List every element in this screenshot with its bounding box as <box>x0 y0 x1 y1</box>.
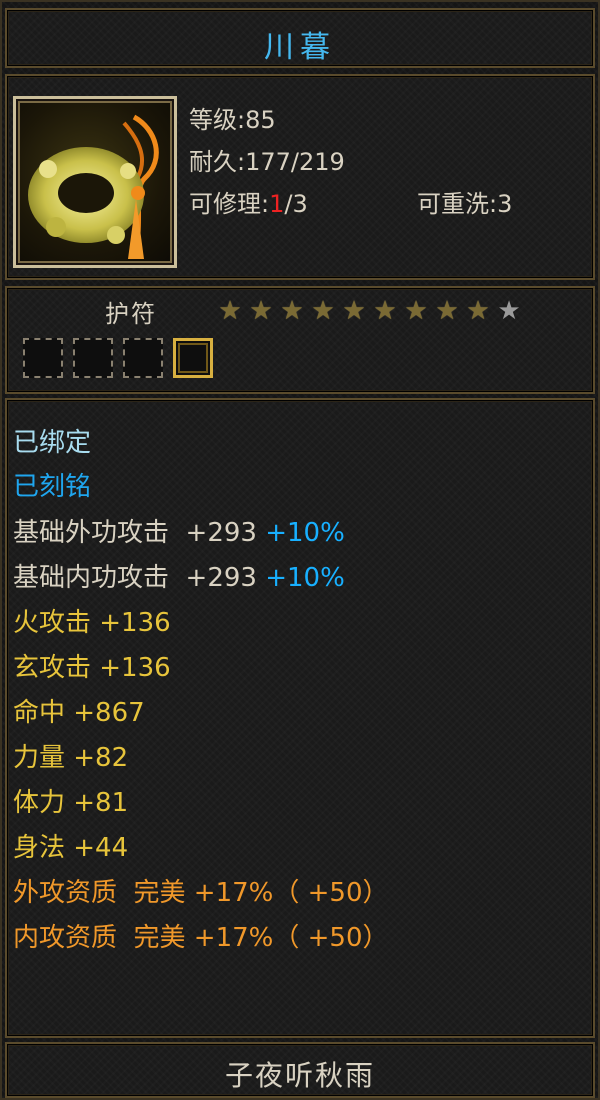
attribute-line: 火攻击 +136 <box>13 602 171 639</box>
attribute-label: 身法 +44 <box>13 833 129 863</box>
attribute-bonus: +10% <box>256 518 345 548</box>
jade-ring-pendant-icon <box>13 96 177 268</box>
attribute-bonus: +10% <box>256 563 345 593</box>
attribute-label: 力量 +82 <box>13 743 129 773</box>
star-icon: ★ <box>435 296 459 326</box>
attribute-line: 力量 +82 <box>13 737 128 774</box>
repair-used: 1 <box>269 190 285 218</box>
gem-slot-filled[interactable] <box>173 338 213 378</box>
star-icon: ★ <box>218 296 242 326</box>
star-icon: ★ <box>404 296 428 326</box>
owner-name: 子夜听秋雨 <box>224 1059 375 1092</box>
attribute-label: 玄攻击 +136 <box>13 653 171 683</box>
attribute-label: 体力 +81 <box>13 788 129 818</box>
attribute-label: 内攻资质 完美 +17%（ +50） <box>13 923 389 953</box>
gem-slot-empty[interactable] <box>73 338 113 378</box>
attribute-label: 外攻资质 完美 +17%（ +50） <box>13 878 389 908</box>
attribute-label: 命中 +867 <box>13 698 145 728</box>
reroll-label: 可重洗: <box>417 190 498 218</box>
item-repair: 可修理:1/3 <box>189 184 308 219</box>
item-reroll: 可重洗:3 <box>417 184 512 219</box>
item-level: 等级:85 <box>189 106 276 134</box>
attribute-line: 体力 +81 <box>13 782 128 819</box>
attribute-line: 身法 +44 <box>13 827 128 864</box>
info-panel: 等级:85 耐久:177/219 可修理:1/3 可重洗:3 <box>5 74 595 280</box>
item-name: 川暮 <box>264 30 336 65</box>
star-icon: ★ <box>373 296 397 326</box>
attribute-panel: 已绑定 已刻铭 基础外功攻击 +293 +10% 基础内功攻击 +293 +10%… <box>5 398 595 1038</box>
title-panel: 川暮 <box>5 8 595 68</box>
attribute-label: 基础内功攻击 +293 <box>13 563 257 593</box>
attribute-label: 基础外功攻击 +293 <box>13 518 257 548</box>
reroll-value: 3 <box>497 190 513 218</box>
engraved-status: 已刻铭 <box>13 472 92 502</box>
gem-slot-empty[interactable] <box>123 338 163 378</box>
repair-label: 可修理: <box>189 190 270 218</box>
star-icon: ★ <box>466 296 490 326</box>
item-tooltip: 川暮 等级:85 耐久:177/219 可修理:1/3 可重洗:3 护符 ★ ★… <box>0 0 600 1100</box>
gem-slot-empty[interactable] <box>23 338 63 378</box>
star-icon: ★ <box>342 296 366 326</box>
durability-value: 177/219 <box>245 148 345 176</box>
attribute-line: 命中 +867 <box>13 692 145 729</box>
star-icon: ★ <box>280 296 304 326</box>
repair-total: /3 <box>284 190 308 218</box>
attribute-label: 火攻击 +136 <box>13 608 171 638</box>
item-durability: 耐久:177/219 <box>189 142 345 177</box>
durability-label: 耐久: <box>189 148 246 176</box>
type-panel: 护符 ★ ★ ★ ★ ★ ★ ★ ★ ★ ★ <box>5 286 595 394</box>
footer-panel: 子夜听秋雨 <box>5 1042 595 1098</box>
attribute-line: 内攻资质 完美 +17%（ +50） <box>13 917 389 954</box>
star-icon: ★ <box>497 296 521 326</box>
star-icon: ★ <box>311 296 335 326</box>
attribute-line: 玄攻击 +136 <box>13 647 171 684</box>
attribute-line: 外攻资质 完美 +17%（ +50） <box>13 872 389 909</box>
attribute-line: 基础内功攻击 +293 +10% <box>13 557 345 594</box>
item-type: 护符 <box>105 300 157 328</box>
bound-status: 已绑定 <box>13 428 92 458</box>
star-icon: ★ <box>249 296 273 326</box>
attribute-line: 基础外功攻击 +293 +10% <box>13 512 345 549</box>
